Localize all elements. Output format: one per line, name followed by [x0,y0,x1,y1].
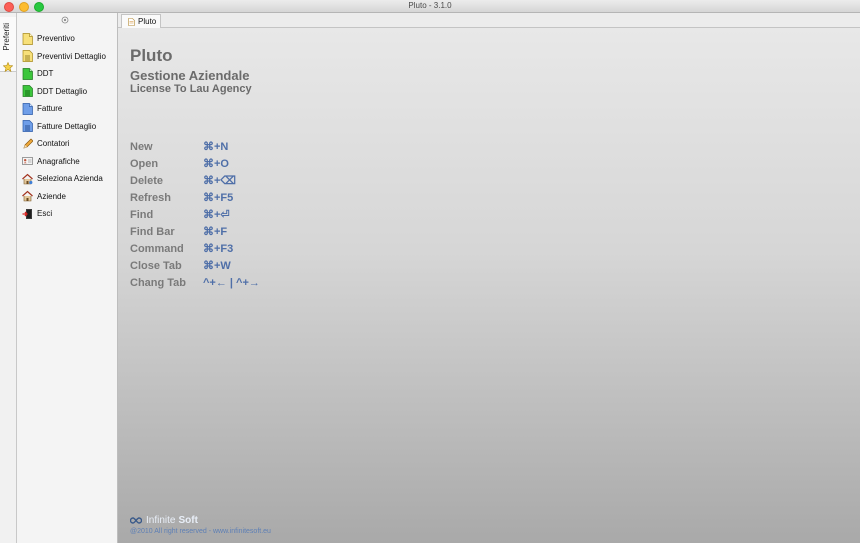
shortcut-keys: ⌘+W [203,260,231,272]
shortcut-name: Chang Tab [130,276,187,289]
shortcut-row: Command ⌘+F3 [130,240,260,257]
infinity-icon [130,517,142,524]
shortcut-name: Close Tab [130,259,182,272]
blue-document-icon [22,102,33,115]
sidebar-item-label: Preventivi Dettaglio [37,51,106,61]
sidebar-item-ddt-dettaglio[interactable]: DDT Dettaglio [22,83,106,101]
shortcut-keys: ⌘+F [203,226,228,238]
sidebar-list: Preventivo Preventivi Dettaglio DDT DDT … [22,30,106,223]
shortcut-name: Find Bar [130,225,175,238]
shortcut-keys: ⌘+⏎ [203,209,230,221]
shortcut-name: Find [130,208,154,221]
shortcut-row: Find ⌘+⏎ [130,206,260,223]
tab-strip: Pluto [118,13,860,28]
sidebar-item-preventivo[interactable]: Preventivo [22,30,106,48]
collapse-icon[interactable] [61,16,69,24]
blue-document-list-icon [22,120,33,133]
sidebar-item-label: Fatture Dettaglio [37,121,97,131]
star-icon [3,62,13,72]
shortcut-keys: ⌘+N [203,141,229,153]
sidebar-item-label: Esci [37,209,53,219]
shortcut-keys: ⌘+F3 [203,243,234,255]
sidebar-item-aziende[interactable]: Aziende [22,188,106,206]
shortcut-keys: ⌘+O [203,158,229,170]
sidebar-item-ddt[interactable]: DDT [22,65,106,83]
sidebar-item-fatture-dettaglio[interactable]: Fatture Dettaglio [22,118,106,136]
sidebar-item-contatori[interactable]: Contatori [22,135,106,153]
shortcut-name: New [130,140,153,153]
shortcut-keys: ⌘+F5 [203,192,234,204]
sidebar-item-label: Preventivo [37,34,75,44]
brand-name-bold: Soft [178,515,198,526]
main-panel: Pluto Pluto Gestione Aziendale License T… [118,13,860,543]
sidebar-item-label: Seleziona Azienda [37,174,103,184]
yellow-document-list-icon [22,50,33,63]
shortcut-row: New ⌘+N [130,138,260,155]
tab-preferiti[interactable]: Preferiti [0,17,16,72]
window-title: Pluto - 3.1.0 [408,1,452,10]
sidebar-item-label: DDT Dettaglio [37,86,88,96]
shortcut-keys: ^+← | ^+→ [203,276,260,289]
license-text: License To Lau Agency [130,83,252,95]
shortcut-name: Refresh [130,191,171,204]
exit-door-icon [22,208,32,219]
sidebar-item-label: Aziende [37,191,66,201]
sidebar-item-preventivi-dettaglio[interactable]: Preventivi Dettaglio [22,48,106,66]
yellow-document-icon [22,32,33,45]
sidebar-item-label: Anagrafiche [37,156,80,166]
sidebar-item-label: Contatori [37,139,70,149]
brand-logo: Infinite Soft [130,515,198,526]
sidebar-item-label: Fatture [37,104,63,114]
brand-name-light: Infinite [146,515,176,526]
tab-label: Pluto [138,17,157,26]
title-bar[interactable]: Pluto - 3.1.0 [0,0,860,13]
shortcut-name: Command [130,242,184,255]
shortcut-name: Delete [130,174,164,187]
tab-pluto[interactable]: Pluto [121,14,161,28]
shortcut-row: Delete ⌘+⌫ [130,172,260,189]
shortcut-row: Refresh ⌘+F5 [130,189,260,206]
sidebar-item-label: DDT [37,69,54,79]
copyright-text: @2010 All right reserved - www.infinites… [130,528,271,535]
green-document-list-icon [22,85,33,98]
shortcut-row: Chang Tab ^+← | ^+→ [130,274,260,291]
green-document-icon [22,67,33,80]
shortcut-keys: ⌘+⌫ [203,175,236,187]
shortcut-row: Open ⌘+O [130,155,260,172]
sidebar-item-fatture[interactable]: Fatture [22,100,106,118]
pencil-icon [23,138,33,149]
app-title: Pluto [130,46,173,65]
shortcut-list: New ⌘+N Open ⌘+O Delete ⌘+⌫ Refresh ⌘+F5 Fin… [130,138,260,291]
document-icon [128,17,135,26]
shortcut-row: Close Tab ⌘+W [130,257,260,274]
house-select-icon [22,173,33,185]
sidebar-item-esci[interactable]: Esci [22,205,106,223]
app-subtitle: Gestione Aziendale [130,68,250,83]
shortcut-row: Find Bar ⌘+F [130,223,260,240]
tab-preferiti-label: Preferiti [2,23,11,51]
address-card-icon [22,157,33,166]
sidebar-item-anagrafiche[interactable]: Anagrafiche [22,153,106,171]
shortcut-name: Open [130,157,159,170]
sidebar: Preventivo Preventivi Dettaglio DDT DDT … [17,13,118,543]
vertical-tab-bar: Preferiti [0,13,17,543]
sidebar-item-seleziona-azienda[interactable]: Seleziona Azienda [22,170,106,188]
house-icon [22,190,33,202]
